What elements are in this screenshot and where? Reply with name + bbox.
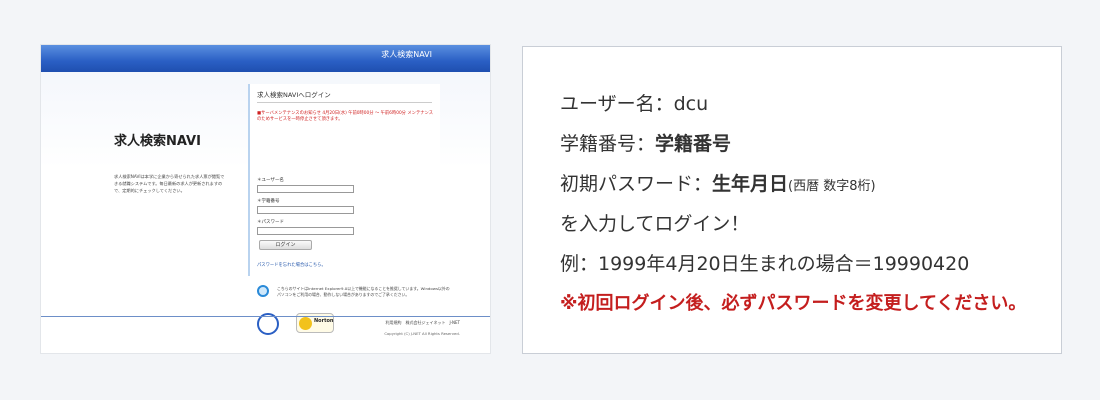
username-input[interactable] (257, 185, 354, 193)
student-id-label: ＊学籍番号 (257, 199, 280, 204)
login-instruction: を入力してログイン！ (560, 213, 750, 235)
brand-title: 求人検索NAVI (114, 134, 201, 149)
footer-divider (41, 316, 490, 317)
password-instruction-label: 初期パスワード： (560, 173, 713, 195)
username-instruction-label: ユーザー名： (560, 93, 674, 115)
password-instruction: 初期パスワード：生年月日(西暦 数字8桁) (560, 169, 876, 196)
student-id-instruction-label: 学籍番号： (560, 133, 656, 155)
screenshot-header-bar: 求人検索NAVI (41, 45, 490, 72)
forgot-password-link[interactable]: パスワードを忘れた場合はこちら。 (257, 262, 326, 268)
ie-logo-icon (257, 285, 269, 297)
norton-label: Norton (314, 318, 334, 324)
login-instruction-card: ユーザー名：dcu 学籍番号：学籍番号 初期パスワード：生年月日(西暦 数字8桁… (522, 46, 1062, 354)
student-id-instruction-value: 学籍番号 (655, 133, 732, 155)
change-password-warning: ※初回ログイン後、必ずパスワードを変更してください。 (560, 293, 1027, 314)
browser-notice-text: こちらのサイトはInternet Explorer9.0以上で機能になることを推… (277, 286, 450, 297)
password-label: ＊パスワード (257, 220, 284, 225)
login-panel: 求人検索NAVIへログイン ■サーバメンテナンスのお知らせ 4月20日(水) 午… (248, 84, 440, 276)
username-instruction-value: dcu (673, 93, 709, 115)
login-button[interactable]: ログイン (259, 240, 312, 250)
copyright: Copyright (C) J-NET All Rights Reserved. (384, 331, 460, 336)
norton-check-icon (299, 317, 312, 330)
header-title: 求人検索NAVI (381, 50, 432, 59)
login-page-screenshot: 求人検索NAVI 求人検索NAVI 求人検索NAVIは本学に企業から寄せられた求… (41, 45, 490, 353)
username-label: ＊ユーザー名 (257, 178, 284, 183)
example-text: 例：1999年4月20日生まれの場合＝19990420 (560, 253, 970, 275)
student-id-input[interactable] (257, 206, 354, 214)
username-instruction: ユーザー名：dcu (560, 89, 708, 116)
student-id-instruction: 学籍番号：学籍番号 (560, 129, 731, 156)
password-instruction-value: 生年月日 (712, 173, 789, 195)
footer-links: 利用規約 株式会社ジェイネット J-NET (385, 320, 460, 325)
brand-description: 求人検索NAVIは本学に企業から寄せられた求人票が閲覧できる就職システムです。毎… (114, 174, 225, 193)
maintenance-notice: ■サーバメンテナンスのお知らせ 4月20日(水) 午前0時00分 〜 午前6時0… (257, 111, 434, 123)
login-panel-title: 求人検索NAVIへログイン (257, 89, 432, 103)
password-input[interactable] (257, 227, 354, 235)
password-instruction-note: (西暦 数字8桁) (788, 179, 876, 194)
